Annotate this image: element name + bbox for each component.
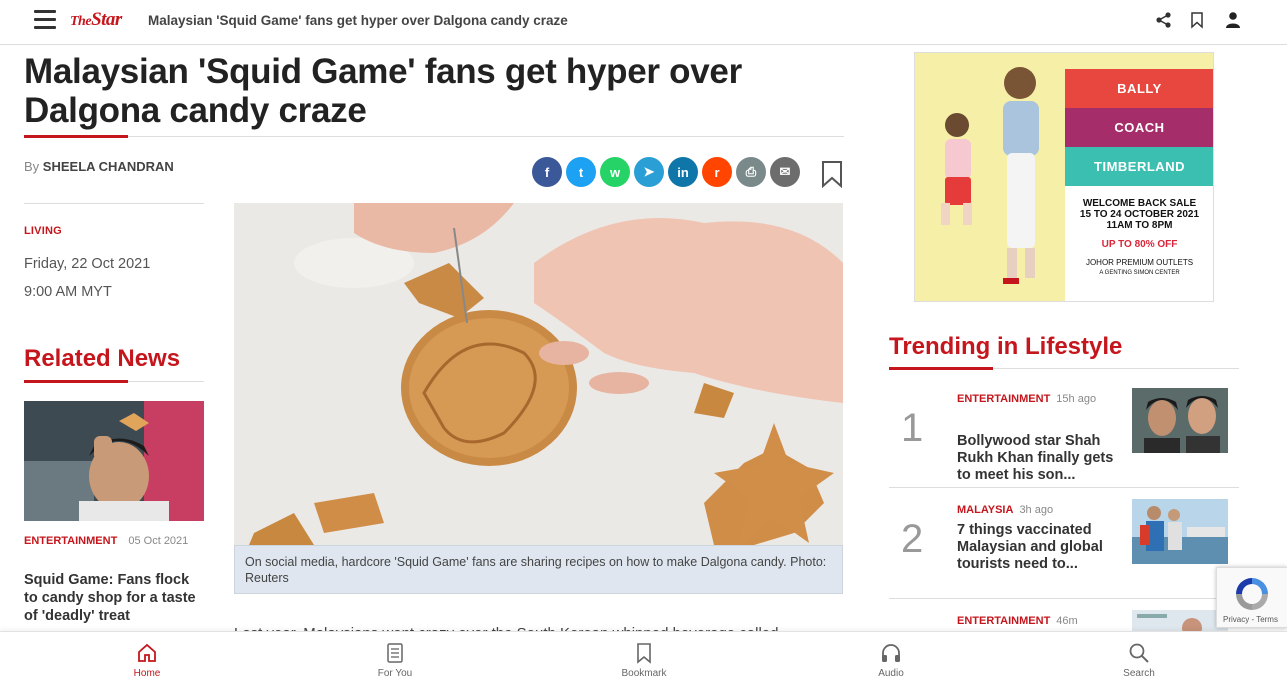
related-date: 05 Oct 2021: [128, 535, 189, 547]
trending-thumbnail[interactable]: [1132, 499, 1228, 564]
trending-category[interactable]: MALAYSIA: [957, 504, 1013, 516]
byline-prefix: By: [24, 159, 40, 174]
ad-outlet-logo: JOHOR PREMIUM OUTLETS A GENTING SIMON CEN…: [1085, 258, 1194, 276]
related-divider: [24, 380, 204, 383]
nav-label-audio: Audio: [878, 668, 904, 679]
recaptcha-badge[interactable]: Privacy - Terms: [1216, 567, 1287, 628]
trending-divider-1: [889, 487, 1239, 488]
ad-brand-bally: BALLY: [1065, 69, 1213, 108]
trending-rank: 1: [901, 406, 924, 450]
article-date: Friday, 22 Oct 2021: [24, 256, 151, 272]
trending-meta: MALAYSIA 3h ago: [957, 499, 1117, 521]
share-reddit-button[interactable]: r: [702, 157, 732, 187]
related-news-image[interactable]: [24, 401, 204, 521]
bookmark-icon: [637, 643, 651, 664]
ad-discount: UP TO 80% OFF: [1101, 239, 1178, 250]
nav-label-bookmark: Bookmark: [621, 668, 667, 679]
ad-sale-line2: 15 TO 24 OCTOBER 2021: [1079, 209, 1200, 220]
top-bar: TheStar Malaysian 'Squid Game' fans get …: [0, 0, 1287, 45]
ad-sale-line3: 11AM TO 8PM: [1106, 220, 1173, 231]
meta-divider: [24, 203, 204, 204]
nav-for-you[interactable]: For You: [355, 642, 435, 679]
trending-meta: ENTERTAINMENT 46m: [957, 610, 1117, 632]
bottom-navigation: Home For You Bookmark Audio Search: [0, 631, 1287, 690]
share-linkedin-button[interactable]: in: [668, 157, 698, 187]
trending-age: 15h ago: [1056, 393, 1097, 405]
related-meta: ENTERTAINMENT 05 Oct 2021: [24, 530, 204, 552]
article-time: 9:00 AM MYT: [24, 284, 112, 300]
image-caption: On social media, hardcore 'Squid Game' f…: [234, 545, 843, 594]
trending-category[interactable]: ENTERTAINMENT: [957, 393, 1050, 405]
related-news-heading: Related News: [24, 345, 181, 372]
menu-icon[interactable]: [34, 10, 56, 30]
byline: By SHEELA CHANDRAN: [24, 159, 174, 174]
share-email-button[interactable]: ✉: [770, 157, 800, 187]
trending-divider: [889, 367, 1239, 370]
home-icon: [138, 643, 156, 662]
recaptcha-icon: [1236, 578, 1268, 610]
trending-divider-2: [889, 598, 1239, 599]
nav-search[interactable]: Search: [1099, 642, 1179, 679]
nav-audio[interactable]: Audio: [851, 642, 931, 679]
headphones-icon: [882, 644, 900, 662]
recaptcha-links[interactable]: Privacy - Terms: [1223, 615, 1278, 624]
related-category[interactable]: ENTERTAINMENT: [24, 535, 117, 547]
trending-age: 46m: [1056, 615, 1078, 627]
nav-home[interactable]: Home: [107, 642, 187, 679]
share-icon[interactable]: [1155, 11, 1173, 29]
author-name[interactable]: SHEELA CHANDRAN: [43, 159, 174, 174]
trending-category[interactable]: ENTERTAINMENT: [957, 615, 1050, 627]
trending-thumbnail[interactable]: [1132, 610, 1228, 631]
ad-brand-coach: COACH: [1065, 108, 1213, 147]
header-article-title: Malaysian 'Squid Game' fans get hyper ov…: [148, 13, 568, 28]
for-you-icon: [387, 643, 403, 663]
trending-rank: 2: [901, 517, 924, 561]
article-main-image: [234, 203, 843, 545]
nav-label-for-you: For You: [377, 668, 413, 679]
ad-brand-timberland: TIMBERLAND: [1065, 147, 1213, 186]
trending-meta: ENTERTAINMENT 15h ago: [957, 388, 1117, 410]
ad-sale-line1: WELCOME BACK SALE: [1082, 198, 1197, 209]
site-logo[interactable]: TheStar: [70, 9, 122, 31]
ad-brand-panel: BALLY COACH TIMBERLAND WELCOME BACK SALE…: [1065, 69, 1213, 301]
share-telegram-button[interactable]: ➤: [634, 157, 664, 187]
share-whatsapp-button[interactable]: w: [600, 157, 630, 187]
trending-thumbnail[interactable]: [1132, 388, 1228, 453]
related-title[interactable]: Squid Game: Fans flock to candy shop for…: [24, 571, 204, 625]
trending-heading: Trending in Lifestyle: [889, 333, 1123, 360]
share-twitter-button[interactable]: t: [566, 157, 596, 187]
article-category[interactable]: LIVING: [24, 225, 62, 237]
user-icon[interactable]: [1224, 11, 1242, 29]
nav-label-home: Home: [133, 668, 161, 679]
share-facebook-button[interactable]: f: [532, 157, 562, 187]
article-headline: Malaysian 'Squid Game' fans get hyper ov…: [24, 52, 742, 130]
search-icon: [1129, 643, 1149, 663]
trending-age: 3h ago: [1019, 504, 1054, 516]
trending-title[interactable]: 7 things vaccinated Malaysian and global…: [957, 522, 1117, 573]
nav-label-search: Search: [1123, 668, 1155, 679]
trending-title[interactable]: Bollywood star Shah Rukh Khan finally ge…: [957, 433, 1117, 484]
nav-bookmark[interactable]: Bookmark: [604, 642, 684, 679]
share-buttons: f t w ➤ in r ⎙ ✉: [532, 157, 800, 187]
bookmark-article-icon[interactable]: [820, 160, 844, 188]
advertisement-banner[interactable]: BALLY COACH TIMBERLAND WELCOME BACK SALE…: [914, 52, 1214, 302]
ad-sale-text: WELCOME BACK SALE 15 TO 24 OCTOBER 2021 …: [1065, 186, 1213, 278]
bookmark-icon[interactable]: [1188, 11, 1206, 29]
share-print-button[interactable]: ⎙: [736, 157, 766, 187]
headline-divider: [24, 135, 844, 138]
